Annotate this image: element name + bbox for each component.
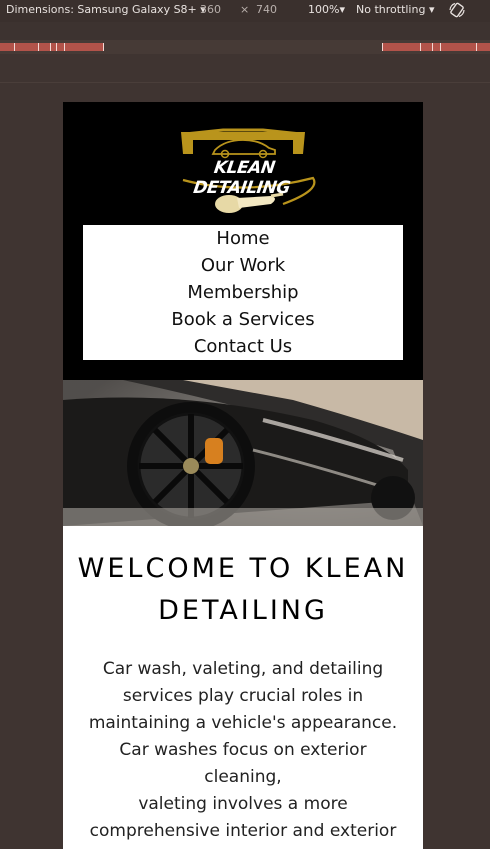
media-query-bar <box>0 22 490 40</box>
welcome-title: WELCOME TO KLEAN DETAILING <box>77 553 409 626</box>
device-viewport: KLEAN DETAILING Home Our Work Membership… <box>63 102 423 849</box>
breakpoint-tick <box>432 43 433 51</box>
device-width-input[interactable]: 360 <box>200 3 221 16</box>
body-line: Car washes focus on exterior <box>119 740 367 760</box>
body-line: comprehensive interior and exterior <box>89 821 397 841</box>
breakpoint-tick <box>420 43 421 51</box>
breakpoint-tick <box>103 43 104 51</box>
dimension-times-label: × <box>240 3 250 16</box>
nav-membership-link[interactable]: Membership <box>187 279 298 306</box>
body-line: valeting involves a more <box>138 794 348 814</box>
welcome-section: WELCOME TO KLEAN DETAILING Car wash, val… <box>63 526 423 845</box>
device-height-input[interactable]: 740 <box>256 3 277 16</box>
breakpoint-tick <box>38 43 39 51</box>
nav-contact-link[interactable]: Contact Us <box>194 333 292 360</box>
nav-home-link[interactable]: Home <box>216 225 269 252</box>
logo-text: KLEAN DETAILING <box>192 158 292 198</box>
breakpoint-right[interactable] <box>382 43 490 51</box>
body-line: cleaning, <box>204 767 282 787</box>
breakpoint-tick <box>382 43 383 51</box>
body-line: services play crucial roles in <box>122 686 364 706</box>
car-wheel-illustration <box>63 380 423 526</box>
breakpoint-tick <box>440 43 441 51</box>
breakpoint-tick <box>476 43 477 51</box>
hero-car-image <box>63 380 423 526</box>
site-header: KLEAN DETAILING Home Our Work Membership… <box>63 102 423 380</box>
body-line: Car wash, valeting, and detailing <box>102 659 384 679</box>
breakpoint-tick <box>50 43 51 51</box>
body-line: maintaining a vehicle's appearance. <box>88 713 398 733</box>
nav-our-work-link[interactable]: Our Work <box>201 252 285 279</box>
breakpoint-tick <box>14 43 15 51</box>
devtools-device-toolbar: Dimensions: Samsung Galaxy S8+ ▾ 360 × 7… <box>0 0 490 22</box>
rotate-icon[interactable] <box>448 1 466 19</box>
nav-book-services-link[interactable]: Book a Services <box>171 306 314 333</box>
welcome-body: Car wash, valeting, and detailing servic… <box>63 656 423 845</box>
throttling-dropdown[interactable]: No throttling ▾ <box>356 3 434 16</box>
zoom-dropdown[interactable]: 100%▾ <box>308 3 345 16</box>
breakpoint-tick <box>64 43 65 51</box>
device-dimensions-dropdown[interactable]: Dimensions: Samsung Galaxy S8+ ▾ <box>6 3 206 16</box>
toolbar-divider <box>0 82 490 83</box>
breakpoint-left[interactable] <box>0 43 104 51</box>
main-navigation: Home Our Work Membership Book a Services… <box>83 225 403 360</box>
breakpoint-tick <box>56 43 57 51</box>
